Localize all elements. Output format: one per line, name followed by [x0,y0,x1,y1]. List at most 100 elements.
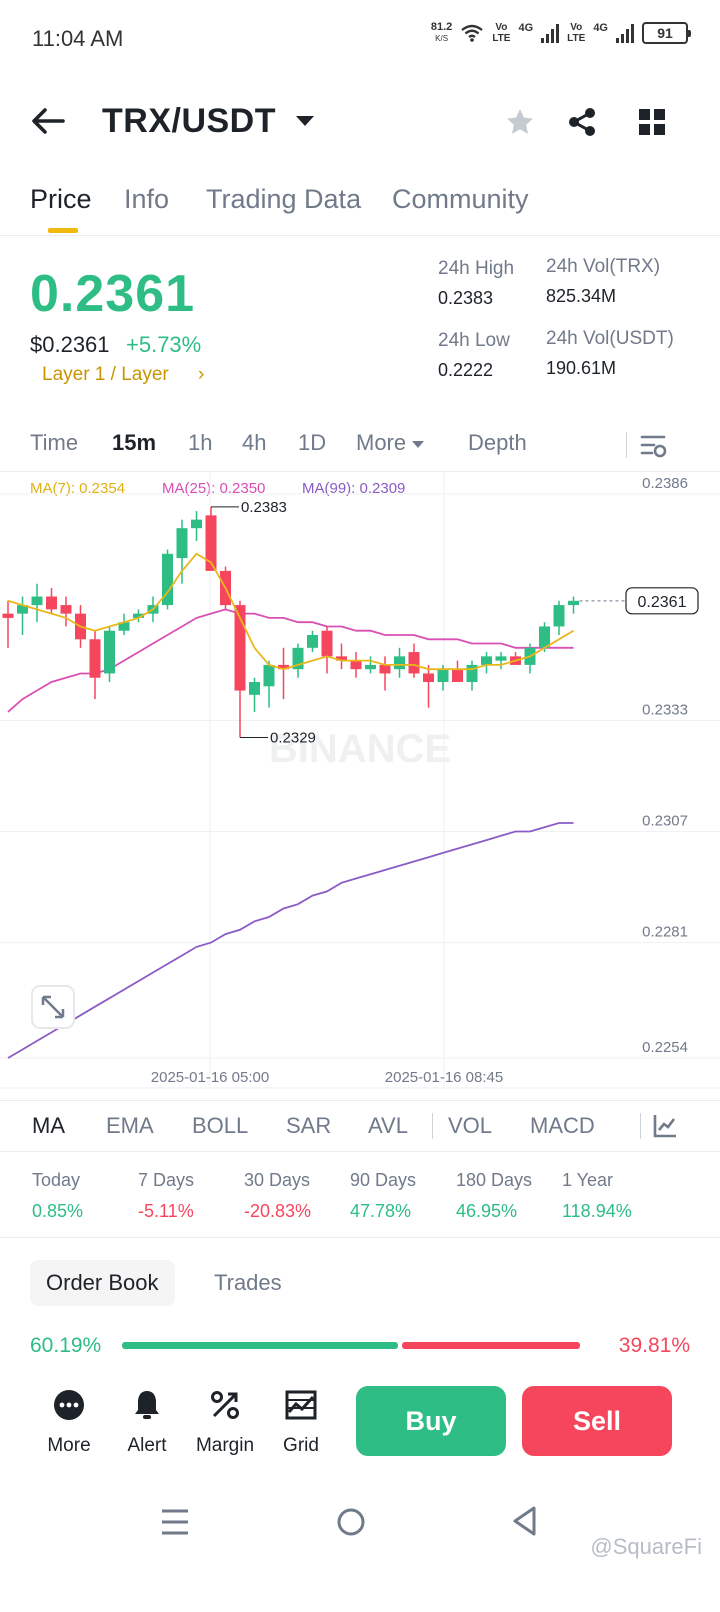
low-marker-label: 0.2329 [270,730,316,747]
tab-price[interactable]: Price [30,184,92,215]
candle-down [408,652,420,674]
indicator-boll[interactable]: BOLL [192,1113,248,1139]
last-price: 0.2361 [30,265,196,323]
margin-action[interactable]: Margin [190,1388,260,1457]
candlestick-chart[interactable]: BINANCE 0.23830.23290.2361 0.23860.23330… [0,472,720,1090]
y-tick-label: 0.2254 [642,1039,688,1056]
chart-settings-icon[interactable] [640,432,668,460]
signal-icon-2 [616,23,634,43]
candle-down [60,605,72,614]
last-price-label: 0.2361 [638,594,687,611]
grid-label: Grid [283,1435,319,1456]
star-icon[interactable] [504,106,536,138]
stat-low-label: 24h Low [438,330,510,351]
margin-label: Margin [195,1435,255,1456]
chevron-right-icon[interactable]: › [198,364,204,386]
interval-1h[interactable]: 1h [188,430,212,456]
y-axis: 0.2386 0.2333 0.2307 0.2281 0.2254 [642,475,688,1056]
margin-icon [211,1391,239,1419]
interval-time[interactable]: Time [30,430,78,456]
performance-value: 0.85% [32,1201,84,1221]
candle-up [481,656,492,665]
interval-1d[interactable]: 1D [298,430,326,456]
performance-label: 90 Days [350,1170,417,1190]
network-type-2: 4G [593,22,608,34]
indicator-vol[interactable]: VOL [448,1113,492,1139]
category-tags[interactable]: Layer 1 / Layer [42,364,169,386]
tab-trades[interactable]: Trades [214,1260,282,1306]
candle-down [379,664,391,674]
indicator-avl[interactable]: AVL [368,1113,408,1139]
wifi-icon [461,24,484,42]
sell-button[interactable]: Sell [522,1386,672,1456]
indicator-sar[interactable]: SAR [286,1113,331,1139]
y-tick-label: 0.2281 [642,924,688,941]
candles [2,506,579,738]
net-speed: 81.2 K/S [430,21,453,44]
tab-community[interactable]: Community [392,184,529,215]
battery-level: 91 [657,25,673,41]
indicator-ma[interactable]: MA [32,1113,65,1139]
status-icons: 81.2 K/S Vo LTE 4G Vo LTE 4G 91 [430,21,691,44]
divider [626,432,627,458]
interval-depth[interactable]: Depth [468,430,527,456]
battery-icon: 91 [642,22,691,44]
high-marker-label: 0.2383 [241,499,287,516]
caret-down-icon[interactable] [296,116,314,126]
more-icon [54,1390,84,1420]
tab-order-book[interactable]: Order Book [30,1260,175,1306]
bell-icon [135,1391,159,1419]
pair-selector[interactable]: TRX/USDT [102,102,276,141]
stat-vol-trx-label: 24h Vol(TRX) [546,256,661,277]
performance-label: Today [32,1170,81,1190]
performance-label: 7 Days [138,1170,195,1190]
nav-back-icon[interactable] [510,1505,538,1537]
candle-down [89,639,101,678]
tab-info[interactable]: Info [124,184,169,215]
home-icon[interactable] [336,1507,366,1537]
grid-trading-icon [285,1390,317,1420]
stat-vol-trx-value: 825.34M [546,286,617,306]
active-tab-indicator [48,228,78,233]
interval-4h[interactable]: 4h [242,430,266,456]
x-tick-label: 2025-01-16 08:45 [385,1069,503,1086]
candle-up [394,656,405,670]
performance-item: 7 Days -5.11% [138,1170,194,1222]
indicator-ema[interactable]: EMA [106,1113,154,1139]
buy-ratio-bar [122,1342,398,1349]
buy-button[interactable]: Buy [356,1386,506,1456]
share-icon[interactable] [566,106,598,138]
performance-label: 1 Year [562,1170,614,1190]
indicator-settings-icon[interactable] [652,1113,678,1139]
performance-value: 118.94% [562,1201,632,1221]
grid-action[interactable]: Grid [266,1388,336,1457]
stat-vol-usdt-label: 24h Vol(USDT) [546,328,674,349]
candle-up [263,664,275,687]
stat-low-value: 0.2222 [438,360,494,380]
performance-item: 30 Days -20.83% [244,1170,311,1222]
alert-action[interactable]: Alert [112,1388,182,1457]
indicator-bar: MA EMA BOLL SAR AVL VOL MACD [0,1100,720,1152]
performance-item: Today 0.85% [32,1170,83,1222]
interval-more[interactable]: More [356,430,425,456]
more-action[interactable]: More [34,1388,104,1457]
divider [432,1113,433,1139]
grid-icon[interactable] [636,106,668,138]
status-bar: 11:04 AM 81.2 K/S Vo LTE 4G Vo LTE 4G 91 [0,0,720,80]
candle-up [495,656,507,661]
network-type-1: 4G [518,22,534,34]
back-arrow-icon[interactable] [30,106,66,136]
candle-down [423,673,434,682]
candle-down [2,613,14,618]
tab-trading-data[interactable]: Trading Data [206,184,361,215]
chart-annotations: 0.2383 0.2329 0.2361 [211,499,699,747]
performance-label: 30 Days [244,1170,311,1190]
divider [640,1113,641,1139]
recent-apps-icon[interactable] [160,1508,190,1536]
status-time: 11:04 AM [32,26,124,51]
interval-15m[interactable]: 15m [112,430,156,456]
expand-icon[interactable] [31,985,75,1029]
performance-value: -5.11% [138,1201,194,1221]
candle-up [365,664,376,670]
indicator-macd[interactable]: MACD [530,1113,595,1139]
